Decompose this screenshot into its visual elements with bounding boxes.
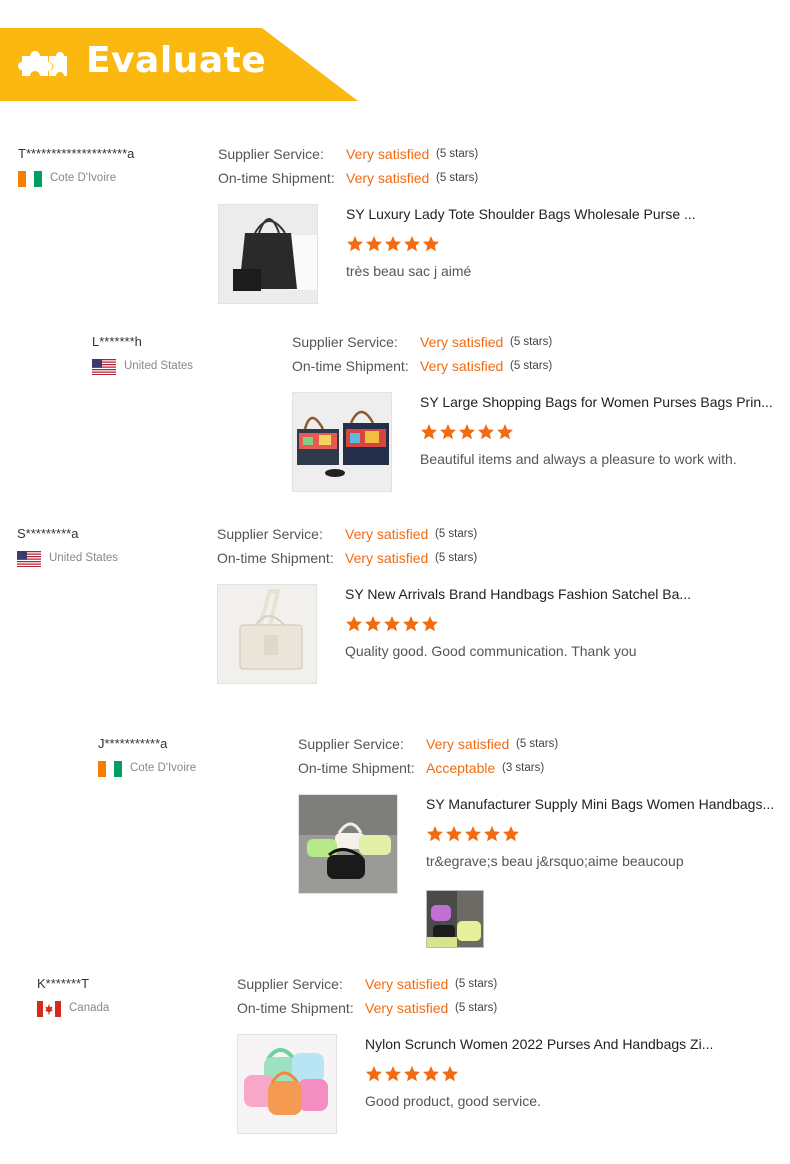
star-icon <box>423 236 439 252</box>
star-icon <box>346 616 362 632</box>
product-image[interactable] <box>298 794 398 894</box>
star-icon <box>404 236 420 252</box>
star-icon <box>465 826 481 842</box>
product-image[interactable] <box>292 392 392 492</box>
product-title-link[interactable]: SY Manufacturer Supply Mini Bags Women H… <box>426 796 774 812</box>
shipment-value: Very satisfied <box>365 1000 449 1016</box>
review-comment: Beautiful items and always a pleasure to… <box>420 451 737 467</box>
shipment-value: Very satisfied <box>346 170 430 186</box>
star-icon <box>497 424 513 440</box>
product-rating-stars <box>346 235 441 253</box>
shipment-value: Very satisfied <box>345 550 429 566</box>
supplier-service-stars: (5 stars) <box>516 738 559 750</box>
star-icon <box>347 236 363 252</box>
supplier-service-label: Supplier Service: <box>292 334 398 350</box>
page-title: Evaluate <box>86 40 267 81</box>
cote-divoire-flag-icon <box>18 171 42 187</box>
supplier-service-value: Very satisfied <box>420 334 504 350</box>
star-icon <box>404 1066 420 1082</box>
country-name: Cote D'Ivoire <box>130 762 197 774</box>
product-image[interactable] <box>237 1034 337 1134</box>
supplier-service-value: Very satisfied <box>365 976 449 992</box>
country-name: United States <box>49 552 119 564</box>
star-icon <box>503 826 519 842</box>
supplier-service-value: Very satisfied <box>345 526 429 542</box>
shipment-stars: (5 stars) <box>510 360 553 372</box>
puzzle-icon <box>18 51 67 76</box>
buyer-name: K*******T <box>37 976 90 991</box>
star-icon <box>365 616 381 632</box>
buyer-name: L*******h <box>92 334 142 349</box>
country-name: United States <box>124 360 194 372</box>
product-image[interactable] <box>218 204 318 304</box>
star-icon <box>423 1066 439 1082</box>
review-comment: très beau sac j aimé <box>346 263 472 279</box>
shipment-label: On-time Shipment: <box>237 1000 354 1016</box>
product-rating-stars <box>426 825 521 843</box>
product-title-link[interactable]: Nylon Scrunch Women 2022 Purses And Hand… <box>365 1036 713 1052</box>
supplier-service-label: Supplier Service: <box>237 976 343 992</box>
star-icon <box>427 826 443 842</box>
star-icon <box>484 826 500 842</box>
star-icon <box>446 826 462 842</box>
canada-flag-icon <box>37 1001 61 1017</box>
supplier-service-label: Supplier Service: <box>298 736 404 752</box>
star-icon <box>442 1066 458 1082</box>
star-icon <box>385 1066 401 1082</box>
shipment-value: Acceptable <box>426 760 496 776</box>
shipment-label: On-time Shipment: <box>217 550 334 566</box>
star-icon <box>478 424 494 440</box>
shipment-value: Very satisfied <box>420 358 504 374</box>
shipment-stars: (5 stars) <box>455 1002 498 1014</box>
review-comment: Good product, good service. <box>365 1093 541 1109</box>
review-item: T********************a Cote D'Ivoire Sup… <box>18 146 696 346</box>
supplier-service-label: Supplier Service: <box>217 526 323 542</box>
product-rating-stars <box>420 423 515 441</box>
star-icon <box>422 616 438 632</box>
review-item: K*******T Canada Supplier Service: Very … <box>37 976 713 1164</box>
review-item: J***********a Cote D'Ivoire Supplier Ser… <box>98 736 774 948</box>
star-icon <box>385 236 401 252</box>
country-name: Cote D'Ivoire <box>50 172 117 184</box>
supplier-service-value: Very satisfied <box>426 736 510 752</box>
shipment-stars: (3 stars) <box>502 762 545 774</box>
product-title-link[interactable]: SY Luxury Lady Tote Shoulder Bags Wholes… <box>346 206 696 222</box>
shipment-stars: (5 stars) <box>436 172 479 184</box>
shipment-label: On-time Shipment: <box>218 170 335 186</box>
star-icon <box>366 236 382 252</box>
shipment-label: On-time Shipment: <box>292 358 409 374</box>
usa-flag-icon <box>92 359 116 375</box>
buyer-name: J***********a <box>98 736 168 751</box>
star-icon <box>440 424 456 440</box>
supplier-service-stars: (5 stars) <box>455 978 498 990</box>
buyer-name: S*********a <box>17 526 79 541</box>
supplier-service-stars: (5 stars) <box>436 148 479 160</box>
usa-flag-icon <box>17 551 41 567</box>
star-icon <box>403 616 419 632</box>
star-icon <box>366 1066 382 1082</box>
country-name: Canada <box>69 1002 110 1014</box>
review-comment: tr&egrave;s beau j&rsquo;aime beaucoup <box>426 853 684 869</box>
star-icon <box>421 424 437 440</box>
star-icon <box>384 616 400 632</box>
supplier-service-value: Very satisfied <box>346 146 430 162</box>
star-icon <box>459 424 475 440</box>
review-item: S*********a United States Supplier Servi… <box>17 526 691 726</box>
product-rating-stars <box>365 1065 460 1083</box>
buyer-name: T********************a <box>18 146 135 161</box>
product-rating-stars <box>345 615 440 633</box>
shipment-stars: (5 stars) <box>435 552 478 564</box>
review-attached-photo[interactable] <box>426 890 484 948</box>
product-title-link[interactable]: SY Large Shopping Bags for Women Purses … <box>420 394 773 410</box>
product-title-link[interactable]: SY New Arrivals Brand Handbags Fashion S… <box>345 586 691 602</box>
supplier-service-stars: (5 stars) <box>435 528 478 540</box>
product-image[interactable] <box>217 584 317 684</box>
evaluate-banner: Evaluate <box>0 28 360 102</box>
review-comment: Quality good. Good communication. Thank … <box>345 643 637 659</box>
review-item: L*******h United States Supplier Service… <box>92 334 773 534</box>
supplier-service-stars: (5 stars) <box>510 336 553 348</box>
supplier-service-label: Supplier Service: <box>218 146 324 162</box>
cote-divoire-flag-icon <box>98 761 122 777</box>
shipment-label: On-time Shipment: <box>298 760 415 776</box>
